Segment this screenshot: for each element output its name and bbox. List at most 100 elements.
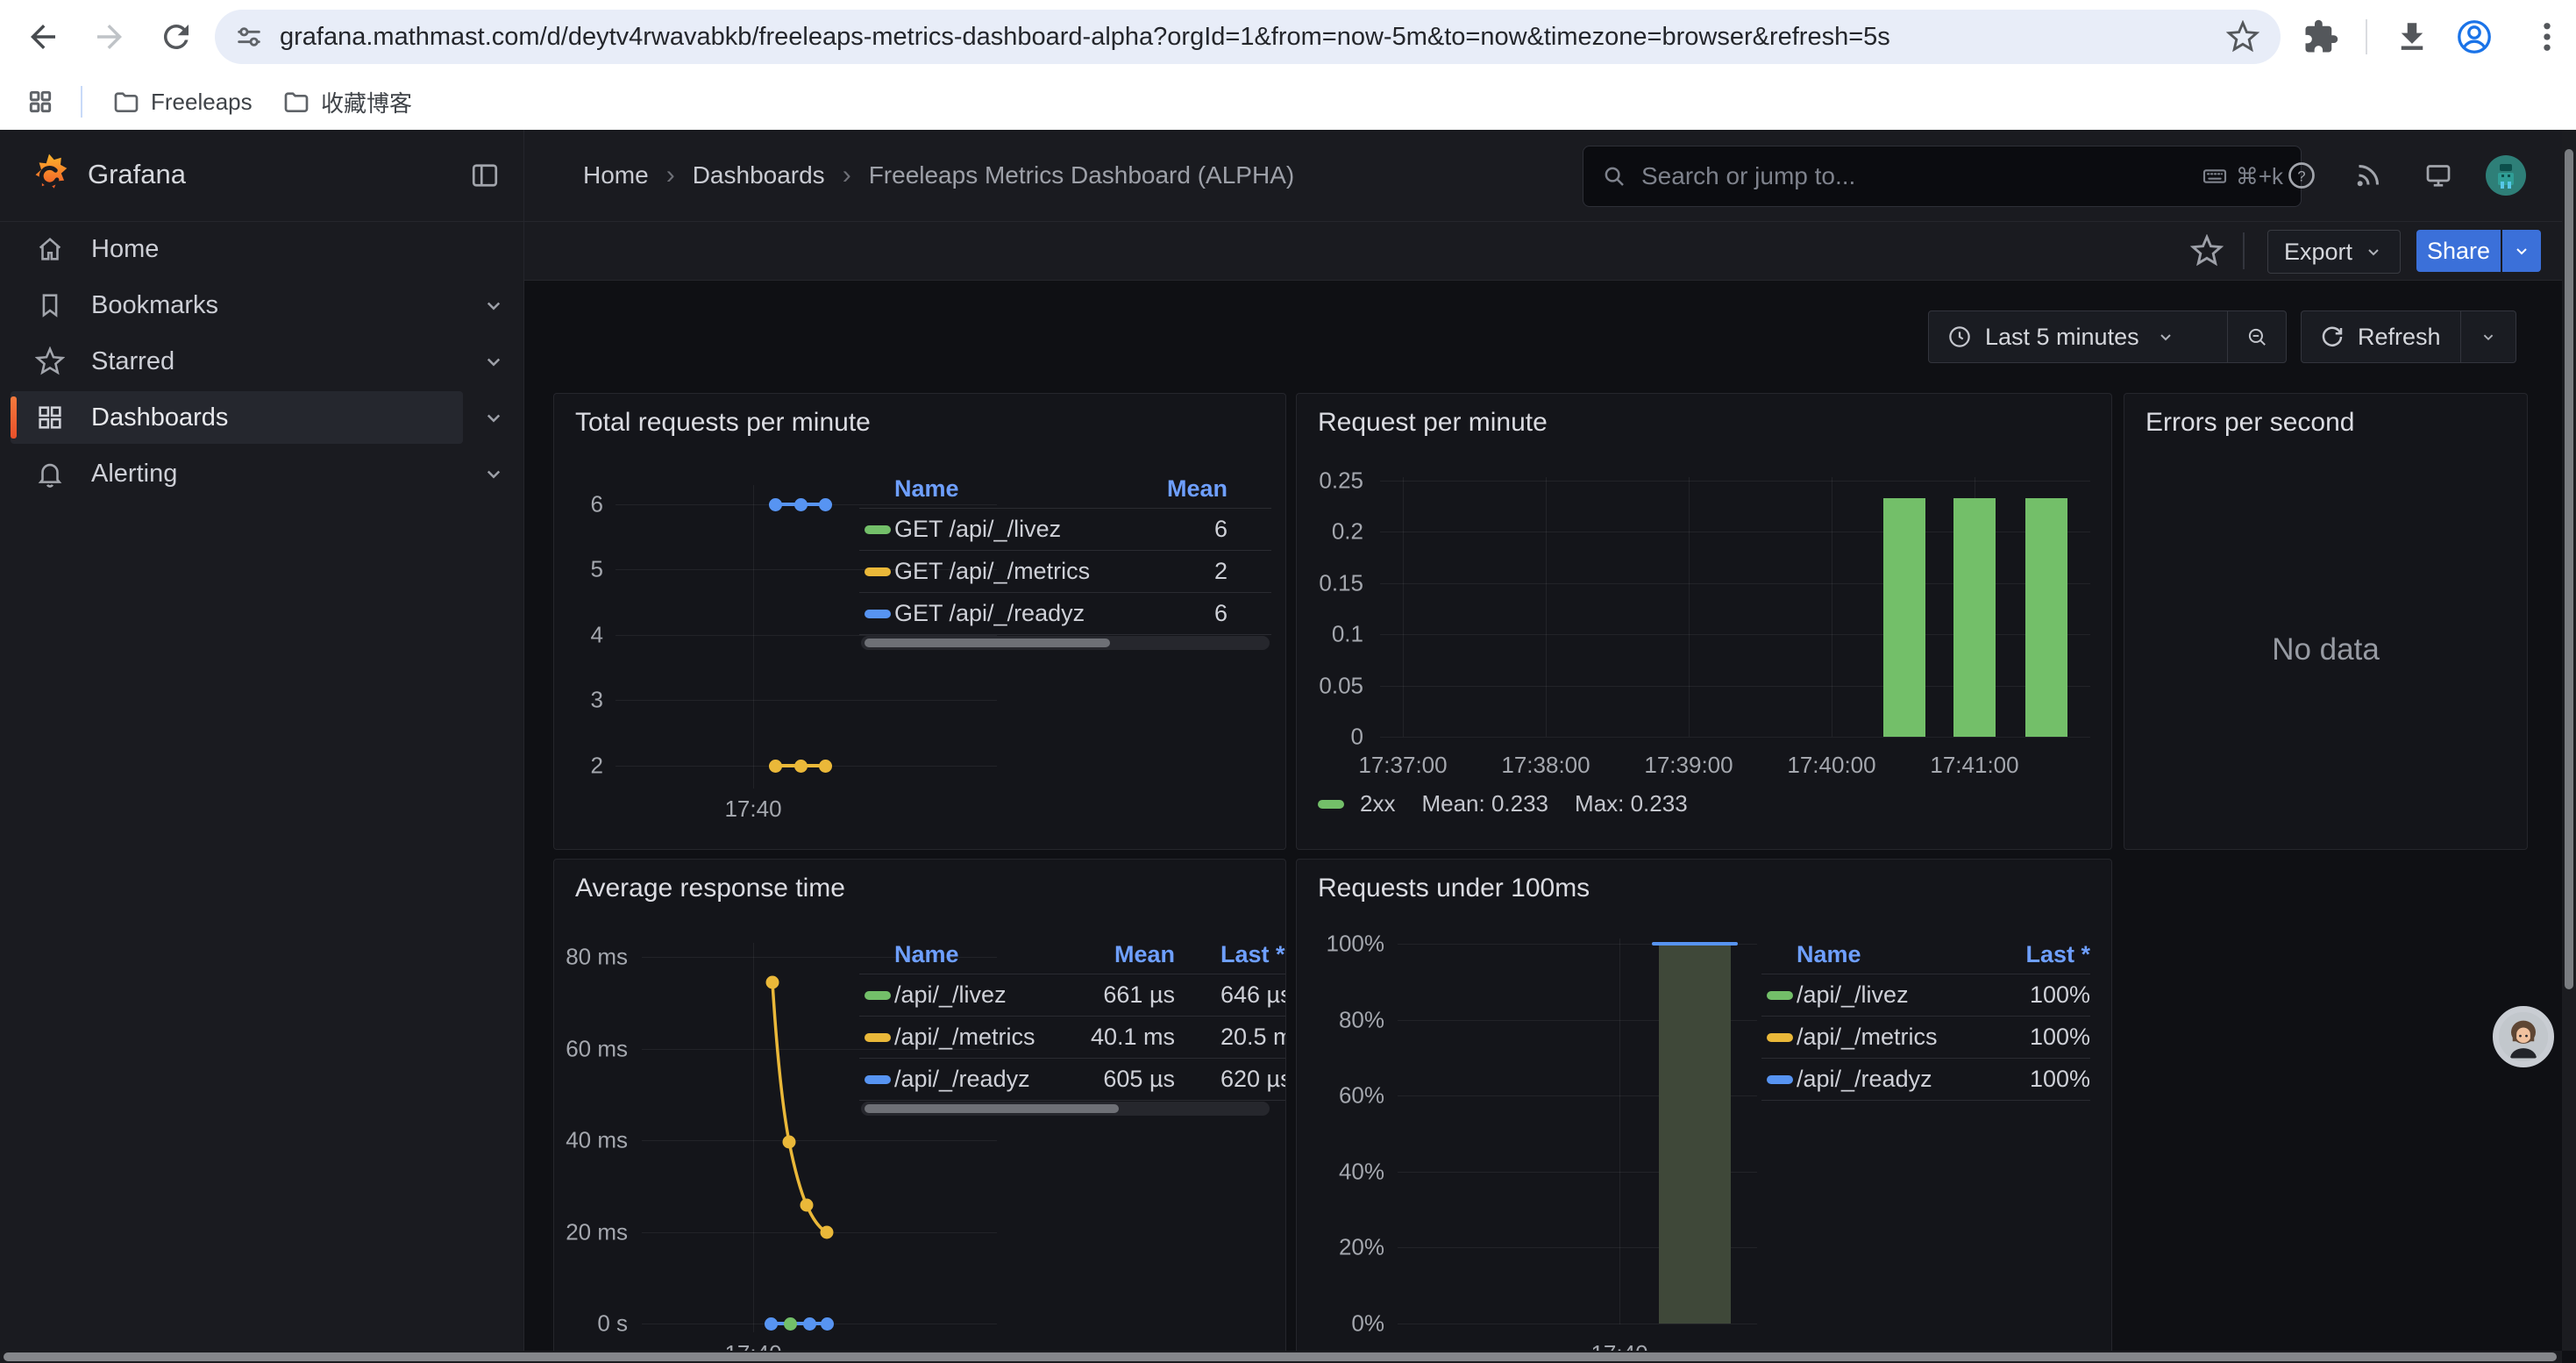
breadcrumb-home[interactable]: Home xyxy=(583,161,649,189)
legend-row[interactable]: /api/_/livez 100% xyxy=(1761,974,2090,1017)
series-name[interactable]: /api/_/metrics xyxy=(1797,1024,1994,1051)
assistant-avatar[interactable] xyxy=(2493,1006,2554,1067)
vertical-scrollbar[interactable] xyxy=(2562,130,2576,1351)
back-icon[interactable] xyxy=(25,18,61,55)
reload-icon[interactable] xyxy=(158,18,195,55)
url-text[interactable]: grafana.mathmast.com/d/deytv4rwavabkb/fr… xyxy=(280,23,2205,52)
legend-row[interactable]: /api/_/metrics 100% xyxy=(1761,1017,2090,1059)
table-scrollbar[interactable] xyxy=(861,636,1270,650)
table-scrollbar[interactable] xyxy=(861,1102,1270,1116)
y-tick: 100% xyxy=(1297,931,1384,958)
legend-row[interactable]: /api/_/metrics 40.1 ms 20.5 ms xyxy=(859,1017,1286,1059)
col-last[interactable]: Last * xyxy=(1175,941,1286,968)
panel-title[interactable]: Request per minute xyxy=(1318,408,1548,438)
time-range-picker[interactable]: Last 5 minutes xyxy=(1929,311,2227,362)
series-swatch-green xyxy=(1767,991,1793,1000)
grafana-logo-icon[interactable] xyxy=(26,153,72,198)
menu-kebab-icon[interactable] xyxy=(2529,18,2565,55)
dashboard-actions-bar: Export Share xyxy=(524,222,2576,281)
monitor-icon[interactable] xyxy=(2423,160,2454,191)
data-point xyxy=(794,498,808,511)
profile-icon[interactable] xyxy=(2455,18,2494,56)
collapse-sidebar-icon[interactable] xyxy=(469,160,501,191)
series-mean: 605 µs xyxy=(1087,1066,1175,1093)
legend-series[interactable]: 2xx xyxy=(1360,790,1395,817)
legend-row[interactable]: /api/_/readyz 605 µs 620 µs xyxy=(859,1059,1286,1101)
series-name[interactable]: GET /api/_/livez xyxy=(894,516,1157,543)
brand-title[interactable]: Grafana xyxy=(88,159,186,190)
panel-total-requests-per-minute: Total requests per minute 6 5 4 3 2 xyxy=(553,393,1286,850)
refresh-interval-button[interactable] xyxy=(2461,311,2516,362)
bookmark-folder-blogs[interactable]: 收藏博客 xyxy=(282,84,412,119)
legend-row[interactable]: GET /api/_/readyz 6 xyxy=(859,593,1271,635)
y-tick: 0% xyxy=(1297,1310,1384,1338)
horizontal-scrollbar[interactable] xyxy=(0,1351,2562,1363)
sidebar-item-bookmarks[interactable]: Bookmarks xyxy=(11,279,463,332)
site-settings-icon[interactable] xyxy=(234,22,264,52)
bookmark-star-icon[interactable] xyxy=(2226,20,2259,54)
bookmark-folder-freeleaps[interactable]: Freeleaps xyxy=(112,84,253,119)
forward-icon[interactable] xyxy=(91,18,128,55)
panel-title[interactable]: Average response time xyxy=(575,874,845,903)
favorite-star-icon[interactable] xyxy=(2190,234,2224,268)
col-name[interactable]: Name xyxy=(894,475,1157,503)
legend-row[interactable]: GET /api/_/metrics 2 xyxy=(859,551,1271,593)
legend-row[interactable]: /api/_/readyz 100% xyxy=(1761,1059,2090,1101)
download-icon[interactable] xyxy=(2394,18,2430,55)
scrollbar-thumb[interactable] xyxy=(865,1104,1119,1113)
legend-row[interactable]: /api/_/livez 661 µs 646 µs xyxy=(859,974,1286,1017)
breadcrumb-dashboards[interactable]: Dashboards xyxy=(693,161,825,189)
scrollbar-thumb[interactable] xyxy=(4,1352,2557,1361)
extensions-icon[interactable] xyxy=(2302,18,2339,55)
legend-header-row: Name Last * xyxy=(1761,935,2090,974)
scrollbar-thumb[interactable] xyxy=(865,639,1110,647)
sidebar-item-home[interactable]: Home xyxy=(11,223,463,275)
panel-title[interactable]: Total requests per minute xyxy=(575,408,871,438)
breadcrumb-current[interactable]: Freeleaps Metrics Dashboard (ALPHA) xyxy=(869,161,1295,189)
refresh-button[interactable]: Refresh xyxy=(2302,311,2460,362)
panel-title[interactable]: Errors per second xyxy=(2145,408,2354,438)
scrollbar-thumb[interactable] xyxy=(2565,149,2573,989)
col-name[interactable]: Name xyxy=(1797,941,1994,968)
zoom-out-button[interactable] xyxy=(2228,311,2286,362)
legend-row[interactable]: GET /api/_/livez 6 xyxy=(859,509,1271,551)
col-mean[interactable]: Mean xyxy=(1087,941,1175,968)
chevron-down-icon[interactable] xyxy=(480,460,507,487)
area-column xyxy=(1659,944,1731,1324)
series-name[interactable]: /api/_/livez xyxy=(894,981,1087,1009)
news-rss-icon[interactable] xyxy=(2352,160,2384,191)
export-button[interactable]: Export xyxy=(2267,230,2401,274)
search-input[interactable] xyxy=(1640,161,2188,191)
share-menu-button[interactable] xyxy=(2502,230,2541,272)
series-name[interactable]: /api/_/readyz xyxy=(1797,1066,1994,1093)
gridline xyxy=(1380,737,2090,738)
chevron-down-icon[interactable] xyxy=(480,404,507,431)
help-icon[interactable]: ? xyxy=(2286,160,2317,191)
x-tick: 17:37:00 xyxy=(1358,752,1447,779)
apps-grid-icon[interactable] xyxy=(26,88,54,116)
series-name[interactable]: /api/_/readyz xyxy=(894,1066,1087,1093)
search-box[interactable]: ⌘+k xyxy=(1583,146,2302,207)
col-name[interactable]: Name xyxy=(894,941,1087,968)
series-name[interactable]: /api/_/livez xyxy=(1797,981,1994,1009)
y-tick: 4 xyxy=(554,622,603,649)
user-avatar[interactable] xyxy=(2486,155,2526,196)
chevron-down-icon[interactable] xyxy=(480,348,507,375)
share-button[interactable]: Share xyxy=(2416,230,2501,272)
sidebar-item-dashboards[interactable]: Dashboards xyxy=(11,391,463,444)
series-name[interactable]: /api/_/metrics xyxy=(894,1024,1087,1051)
legend[interactable]: 2xx Mean: 0.233 Max: 0.233 xyxy=(1318,790,1688,817)
bar-2xx xyxy=(2025,498,2067,737)
series-name[interactable]: GET /api/_/metrics xyxy=(894,558,1157,585)
bar-2xx xyxy=(1883,498,1925,737)
col-mean[interactable]: Mean xyxy=(1157,475,1271,503)
panel-title[interactable]: Requests under 100ms xyxy=(1318,874,1590,903)
chevron-down-icon[interactable] xyxy=(480,292,507,318)
url-bar[interactable]: grafana.mathmast.com/d/deytv4rwavabkb/fr… xyxy=(215,10,2281,64)
sidebar-item-starred[interactable]: Starred xyxy=(11,335,463,388)
active-indicator xyxy=(11,396,17,439)
col-last[interactable]: Last * xyxy=(1994,941,2090,968)
sidebar-item-alerting[interactable]: Alerting xyxy=(11,447,463,500)
chevron-down-icon xyxy=(2363,241,2384,262)
series-name[interactable]: GET /api/_/readyz xyxy=(894,600,1157,627)
